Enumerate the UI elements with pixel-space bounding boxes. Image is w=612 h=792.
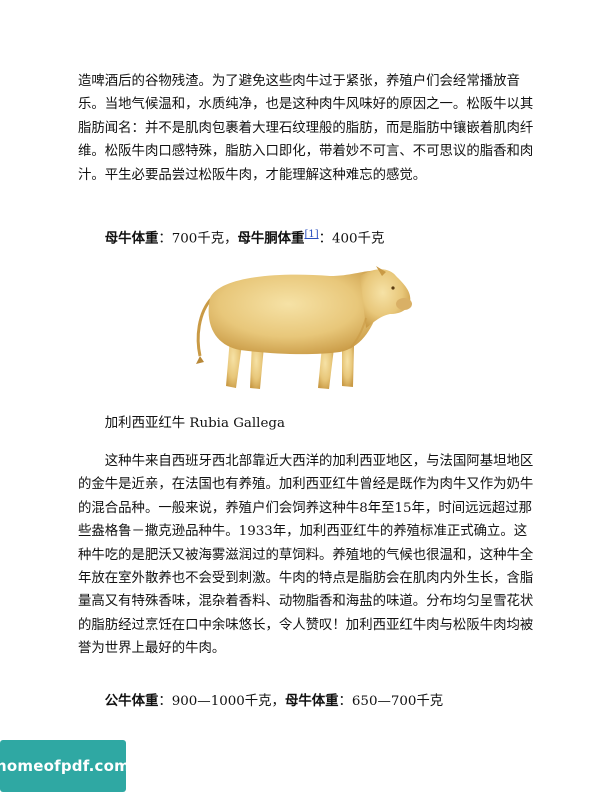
section-title-rubia-gallega: 加利西亚红牛 Rubia Gallega (104, 416, 285, 431)
cow-weight-label-2: 母牛体重 (284, 693, 339, 709)
footnote-link[interactable]: [1] (304, 229, 318, 240)
carcass-weight-value: ：400千克 (318, 231, 385, 247)
cow-illustration (196, 266, 412, 389)
watermark-text: homeofpdf.com (0, 757, 130, 775)
cow-weight-label: 母牛体重 (104, 230, 159, 247)
bull-weight-value: ：900—1000千克， (158, 694, 285, 709)
paragraph-rubia-gallega: 这种牛来自西班牙西北部靠近大西洋的加利西亚地区，与法国阿基坦地区的金牛是近亲，在… (78, 454, 534, 657)
weight-line-rubia-gallega: 公牛体重：900—1000千克，母牛体重：650—700千克 (78, 690, 538, 713)
cow-weight-value-2: ：650—700千克 (338, 694, 444, 709)
watermark-badge[interactable]: homeofpdf.com (0, 740, 130, 792)
weight-line-matsusaka: 母牛体重：700千克，母牛胴体重[1]：400千克 (78, 223, 538, 251)
paragraph-matsusaka: 造啤酒后的谷物残渣。为了避免这些肉牛过于紧张，养殖户们会经常播放音乐。当地气候温… (78, 74, 534, 183)
cow-weight-value: ：700千克， (158, 231, 238, 247)
carcass-weight-label: 母牛胴体重 (237, 230, 305, 247)
bull-weight-label: 公牛体重 (104, 693, 159, 709)
document-page: 造啤酒后的谷物残渣。为了避免这些肉牛过于紧张，养殖户们会经常播放音乐。当地气候温… (0, 0, 612, 792)
